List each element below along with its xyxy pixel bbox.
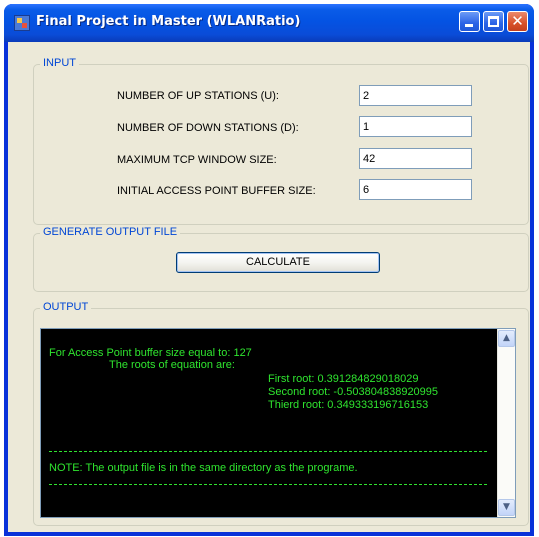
input-groupbox: INPUT NUMBER OF UP STATIONS (U): NUMBER … (33, 57, 529, 225)
ap-buffer-label: INITIAL ACCESS POINT BUFFER SIZE: (117, 185, 316, 197)
app-window: Final Project in Master (WLANRatio) ✕ IN… (4, 4, 534, 536)
maximize-button[interactable] (483, 11, 504, 32)
generate-groupbox: GENERATE OUTPUT FILE CALCULATE (33, 226, 529, 292)
output-roots-header: The roots of equation are: (109, 359, 235, 371)
maximize-icon (488, 16, 499, 27)
tcp-window-label: MAXIMUM TCP WINDOW SIZE: (117, 154, 277, 166)
down-stations-input[interactable] (359, 116, 472, 137)
input-group-title: INPUT (40, 57, 79, 69)
output-buffer-line: For Access Point buffer size equal to: 1… (49, 347, 252, 359)
up-stations-label: NUMBER OF UP STATIONS (U): (117, 90, 279, 102)
output-groupbox: OUTPUT For Access Point buffer size equa… (33, 301, 529, 526)
output-second-root: Second root: -0.503804838920995 (268, 386, 439, 398)
minimize-icon (465, 24, 473, 27)
calculate-button[interactable]: CALCULATE (176, 252, 380, 273)
output-first-root: First root: 0.391284829018029 (268, 373, 419, 385)
app-icon (14, 15, 30, 31)
title-bar[interactable]: Final Project in Master (WLANRatio) ✕ (4, 4, 534, 42)
output-separator-top (49, 451, 487, 452)
down-stations-label: NUMBER OF DOWN STATIONS (D): (117, 122, 299, 134)
output-group-title: OUTPUT (40, 301, 92, 313)
form-client-area: INPUT NUMBER OF UP STATIONS (U): NUMBER … (8, 42, 530, 532)
ap-buffer-input[interactable] (359, 179, 472, 200)
output-separator-bottom (49, 484, 487, 485)
scroll-down-icon[interactable]: ▼ (498, 499, 515, 516)
window-title: Final Project in Master (WLANRatio) (36, 14, 301, 29)
minimize-button[interactable] (459, 11, 480, 32)
output-third-root: Thierd root: 0.349333196716153 (268, 399, 429, 411)
output-vertical-scrollbar[interactable]: ▲ ▼ (497, 329, 515, 517)
tcp-window-input[interactable] (359, 148, 472, 169)
scroll-up-icon[interactable]: ▲ (498, 330, 515, 347)
up-stations-input[interactable] (359, 85, 472, 106)
output-note-line: NOTE: The output file is in the same dir… (49, 462, 358, 474)
close-icon: ✕ (511, 12, 524, 30)
generate-group-title: GENERATE OUTPUT FILE (40, 226, 181, 238)
output-console[interactable]: For Access Point buffer size equal to: 1… (40, 328, 516, 518)
close-button[interactable]: ✕ (507, 11, 528, 32)
